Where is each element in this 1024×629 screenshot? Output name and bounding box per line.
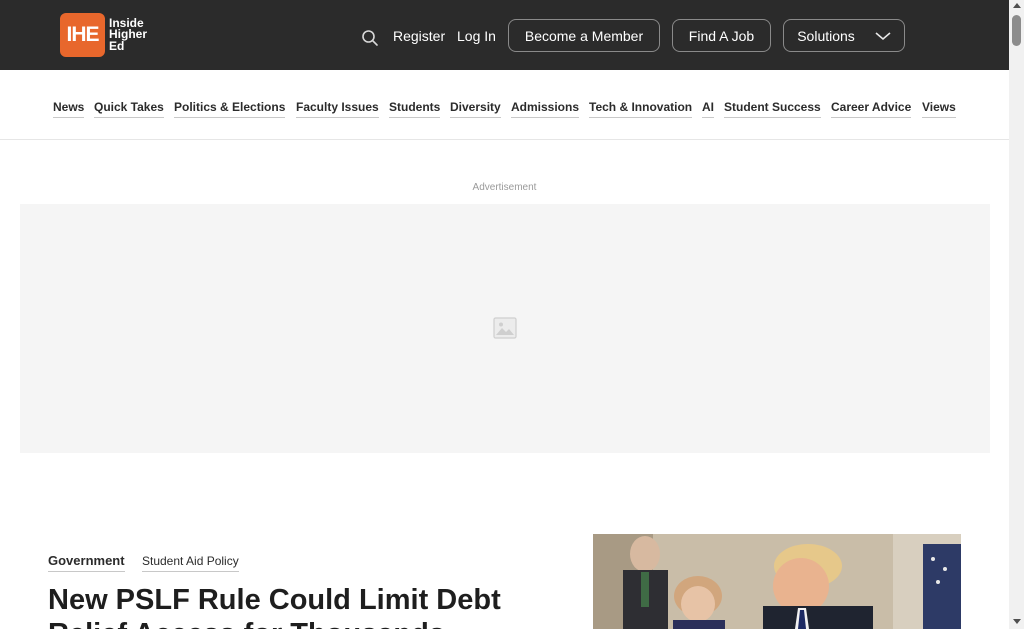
article-headline[interactable]: New PSLF Rule Could Limit Debt Relief Ac…: [48, 583, 558, 629]
solutions-dropdown[interactable]: Solutions: [783, 19, 905, 52]
chevron-down-icon: [875, 31, 891, 40]
nav-item-ai[interactable]: AI: [702, 100, 714, 118]
article-photo-illustration: [593, 534, 961, 629]
article-subcategory[interactable]: Student Aid Policy: [142, 554, 239, 572]
nav-item-views[interactable]: Views: [922, 100, 956, 118]
scroll-down-arrow-icon[interactable]: [1013, 619, 1021, 624]
top-bar: IHE Inside Higher Ed Register Log In Bec…: [0, 0, 1009, 70]
advertisement-slot[interactable]: [20, 204, 990, 453]
article-photo[interactable]: [593, 534, 961, 629]
nav-item-news[interactable]: News: [53, 100, 85, 118]
nav-item-politics-elections[interactable]: Politics & Elections: [174, 100, 286, 118]
nav-item-career-advice[interactable]: Career Advice: [831, 100, 912, 118]
search-icon[interactable]: [361, 29, 379, 47]
vertical-scrollbar[interactable]: [1009, 0, 1024, 629]
nav-item-diversity[interactable]: Diversity: [450, 100, 501, 118]
login-link[interactable]: Log In: [457, 28, 496, 44]
solutions-label: Solutions: [797, 27, 855, 44]
nav-item-students[interactable]: Students: [389, 100, 441, 118]
nav-item-faculty-issues[interactable]: Faculty Issues: [296, 100, 379, 118]
become-member-label: Become a Member: [524, 27, 644, 44]
scrollbar-thumb[interactable]: [1012, 15, 1021, 46]
logo-line-3: Ed: [109, 38, 125, 53]
nav-item-student-success[interactable]: Student Success: [724, 100, 821, 118]
find-job-label: Find A Job: [688, 27, 755, 44]
advertisement-label: Advertisement: [472, 182, 537, 193]
scroll-up-arrow-icon[interactable]: [1013, 3, 1021, 8]
page: IHE Inside Higher Ed Register Log In Bec…: [0, 0, 1009, 629]
nav-item-quick-takes[interactable]: Quick Takes: [94, 100, 164, 118]
register-link[interactable]: Register: [393, 28, 445, 44]
nav-item-admissions[interactable]: Admissions: [511, 100, 580, 118]
nav-item-tech-innovation[interactable]: Tech & Innovation: [589, 100, 693, 118]
site-logo[interactable]: IHE Inside Higher Ed: [60, 13, 159, 57]
find-job-button[interactable]: Find A Job: [672, 19, 771, 52]
section-nav: News Quick Takes Politics & Elections Fa…: [0, 70, 1009, 140]
become-member-button[interactable]: Become a Member: [508, 19, 660, 52]
logo-mark: IHE: [60, 13, 105, 57]
logo-wordmark: Inside Higher Ed: [109, 17, 159, 53]
article-category[interactable]: Government: [48, 553, 125, 572]
image-placeholder-icon: [493, 317, 517, 339]
